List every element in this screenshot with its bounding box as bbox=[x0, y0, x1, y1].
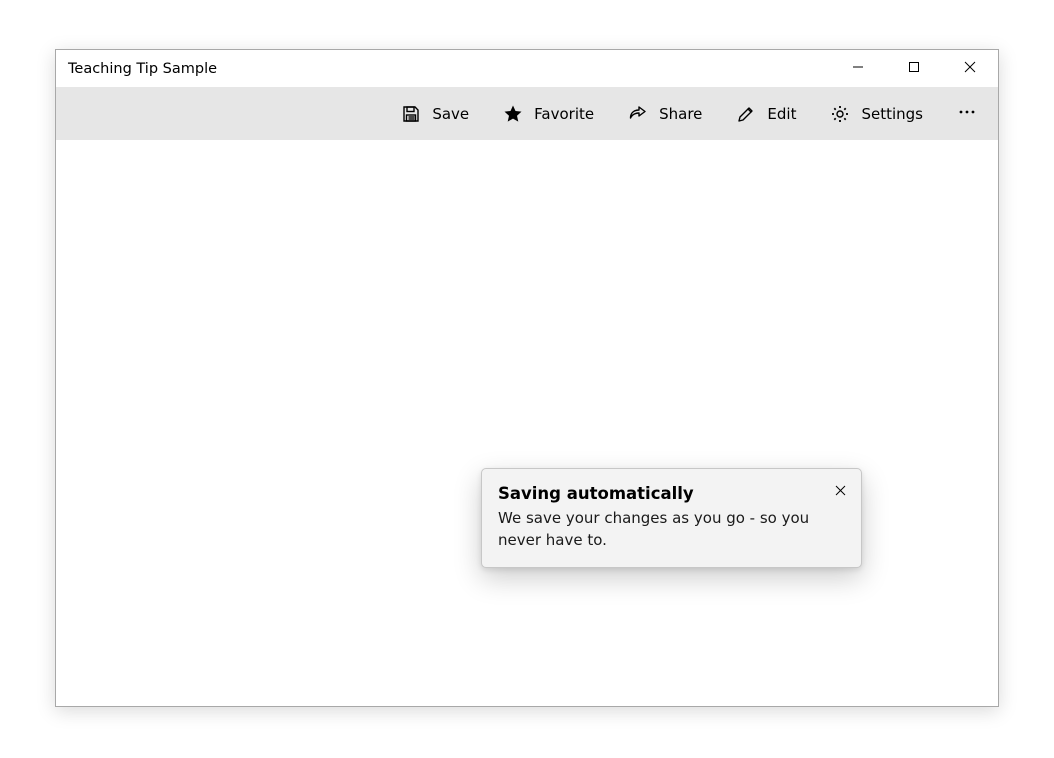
favorite-button[interactable]: Favorite bbox=[486, 87, 611, 140]
maximize-icon bbox=[908, 61, 920, 77]
teaching-tip-body: We save your changes as you go - so you … bbox=[498, 508, 845, 551]
share-icon bbox=[628, 104, 648, 124]
titlebar: Teaching Tip Sample bbox=[56, 50, 998, 87]
share-label: Share bbox=[659, 105, 702, 123]
minimize-icon bbox=[852, 61, 864, 77]
close-icon bbox=[835, 481, 846, 500]
more-button[interactable] bbox=[940, 87, 994, 140]
save-button[interactable]: Save bbox=[384, 87, 486, 140]
star-icon bbox=[503, 104, 523, 124]
content-area: Saving automatically We save your change… bbox=[56, 140, 998, 706]
edit-button[interactable]: Edit bbox=[719, 87, 813, 140]
favorite-label: Favorite bbox=[534, 105, 594, 123]
edit-label: Edit bbox=[767, 105, 796, 123]
settings-label: Settings bbox=[861, 105, 923, 123]
command-bar: Save Favorite Share bbox=[56, 87, 998, 140]
share-button[interactable]: Share bbox=[611, 87, 719, 140]
teaching-tip: Saving automatically We save your change… bbox=[481, 468, 862, 568]
window-title: Teaching Tip Sample bbox=[68, 61, 217, 77]
teaching-tip-title: Saving automatically bbox=[498, 483, 845, 505]
minimize-button[interactable] bbox=[830, 50, 886, 87]
save-label: Save bbox=[432, 105, 469, 123]
app-window: Teaching Tip Sample bbox=[55, 49, 999, 707]
teaching-tip-close-button[interactable] bbox=[827, 477, 853, 503]
maximize-button[interactable] bbox=[886, 50, 942, 87]
gear-icon bbox=[830, 104, 850, 124]
close-button[interactable] bbox=[942, 50, 998, 87]
save-icon bbox=[401, 104, 421, 124]
more-icon bbox=[957, 102, 977, 126]
edit-icon bbox=[736, 104, 756, 124]
close-icon bbox=[964, 61, 976, 77]
settings-button[interactable]: Settings bbox=[813, 87, 940, 140]
